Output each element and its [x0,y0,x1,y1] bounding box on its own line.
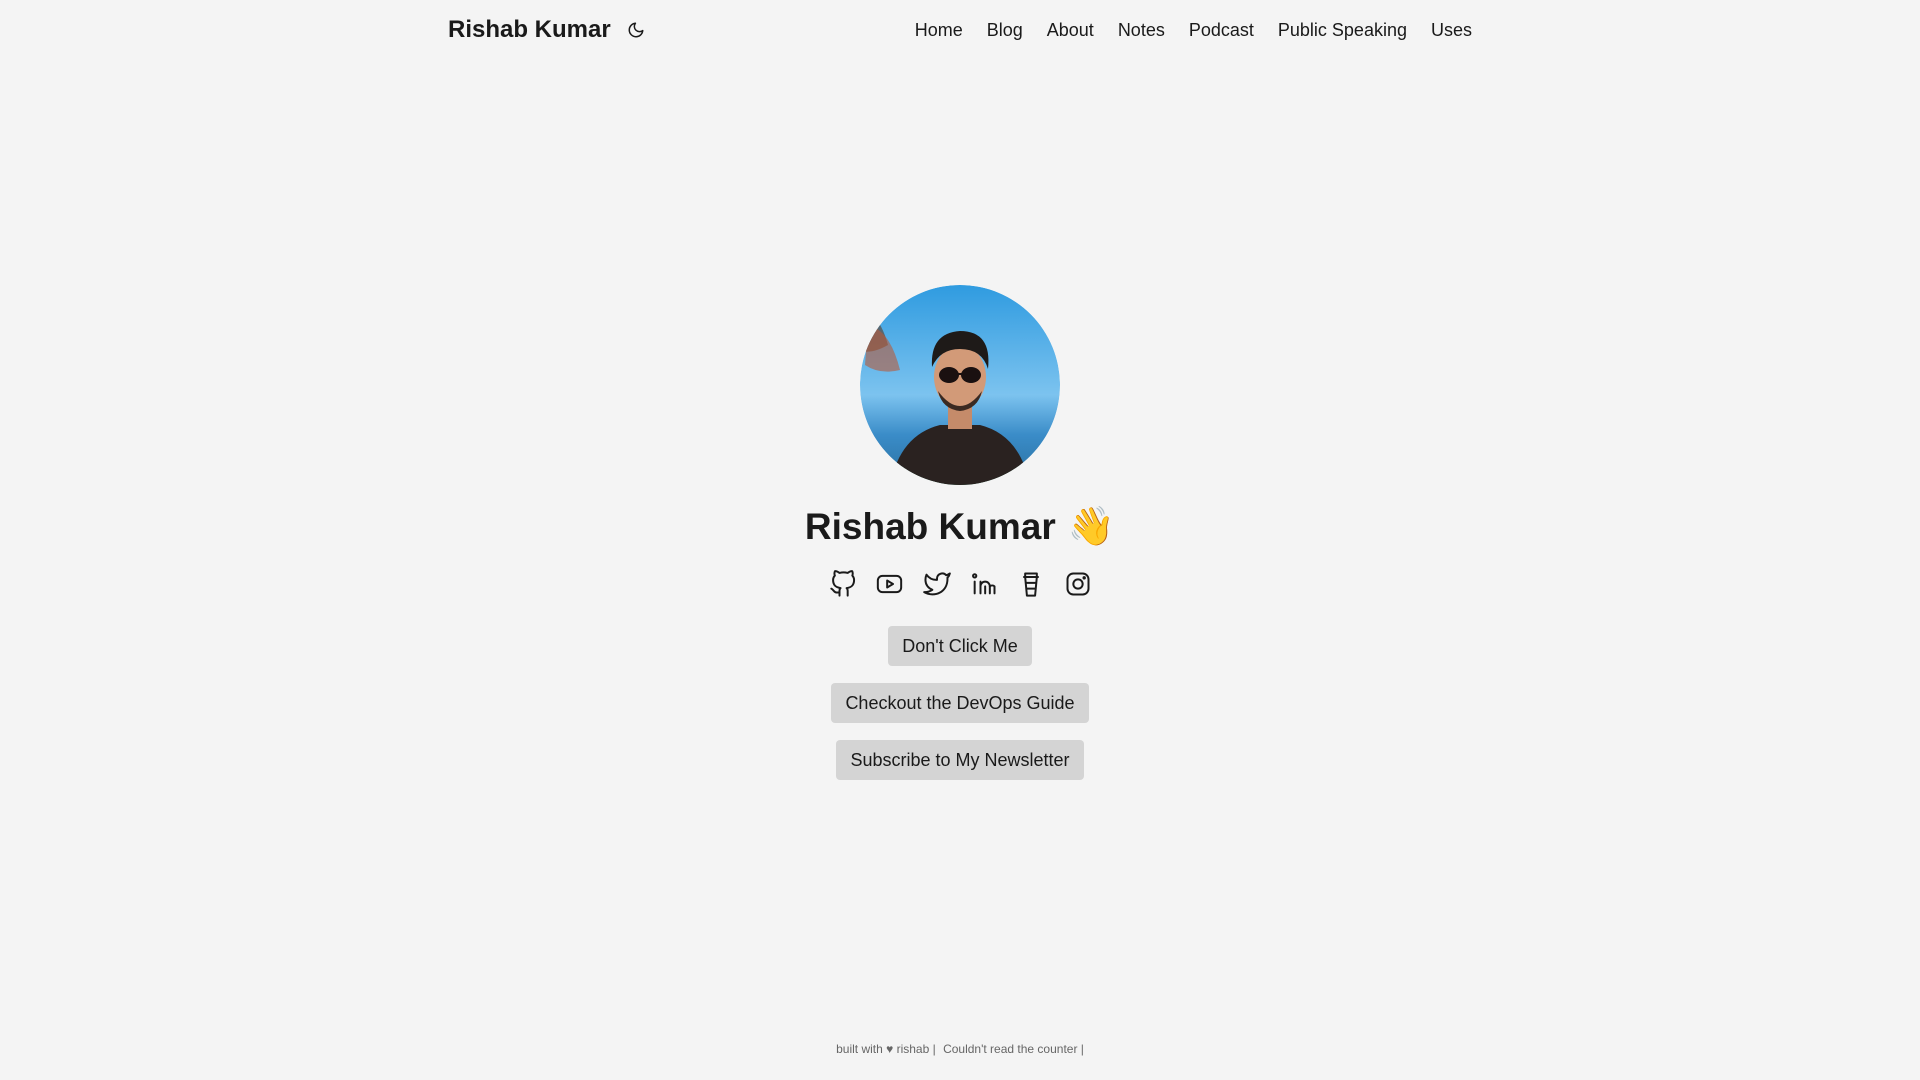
newsletter-button[interactable]: Subscribe to My Newsletter [836,740,1084,780]
hero-name: Rishab Kumar [804,506,1056,547]
page-title: Rishab Kumar 👋 [805,505,1115,549]
nav-notes[interactable]: Notes [1118,20,1165,41]
site-footer: built with ♥ rishab | Couldn't read the … [0,1042,1920,1056]
devops-guide-button[interactable]: Checkout the DevOps Guide [831,683,1089,723]
nav-blog[interactable]: Blog [987,20,1023,41]
waving-hand-icon: 👋 [1067,506,1116,548]
nav-about[interactable]: About [1047,20,1094,41]
github-icon[interactable] [828,569,857,598]
avatar [860,285,1060,485]
nav-uses[interactable]: Uses [1431,20,1472,41]
brand-name-link[interactable]: Rishab Kumar [448,16,611,44]
social-links [828,569,1092,598]
twitter-icon[interactable] [922,569,951,598]
dont-click-me-button[interactable]: Don't Click Me [888,626,1032,666]
youtube-icon[interactable] [875,569,904,598]
linkedin-icon[interactable] [969,569,998,598]
moon-icon[interactable] [625,19,647,41]
main-nav: Home Blog About Notes Podcast Public Spe… [915,20,1472,41]
footer-credit: built with ♥ rishab | [836,1042,936,1056]
site-header: Rishab Kumar Home Blog About Notes Podca… [448,0,1472,60]
brand: Rishab Kumar [448,16,647,44]
instagram-icon[interactable] [1063,569,1092,598]
nav-podcast[interactable]: Podcast [1189,20,1254,41]
nav-public-speaking[interactable]: Public Speaking [1278,20,1407,41]
coffee-icon[interactable] [1016,569,1045,598]
hero-section: Rishab Kumar 👋 Don't Click Me Checkout t… [0,285,1920,780]
footer-counter: Couldn't read the counter | [943,1042,1084,1056]
nav-home[interactable]: Home [915,20,963,41]
